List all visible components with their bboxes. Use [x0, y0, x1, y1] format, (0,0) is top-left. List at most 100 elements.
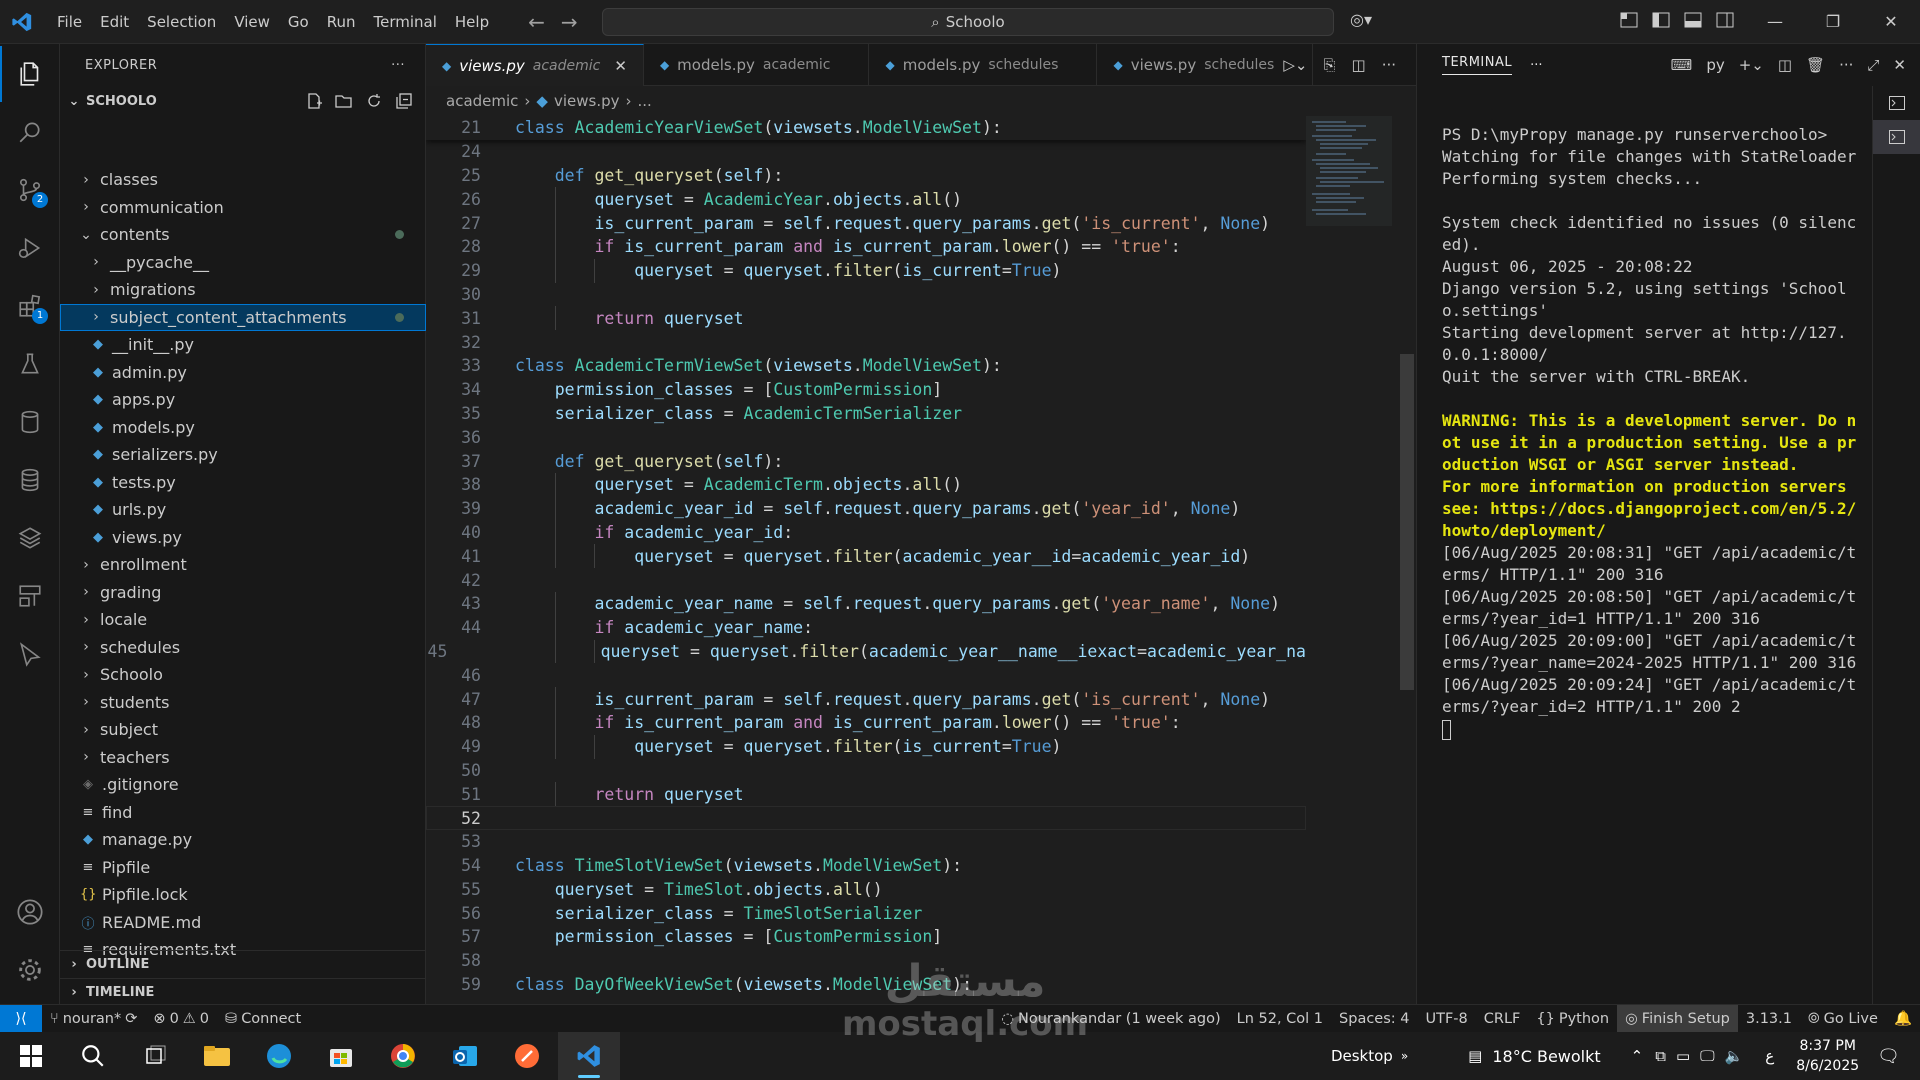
tree-file[interactable]: ◆ apps.py: [60, 386, 426, 414]
source-control-icon[interactable]: 2: [0, 162, 60, 218]
menu-go[interactable]: Go: [279, 0, 318, 44]
code-line[interactable]: 58: [426, 949, 1306, 973]
toggle-primary-sidebar-icon[interactable]: [1652, 12, 1670, 28]
code-line[interactable]: 52: [426, 806, 1306, 830]
code-line[interactable]: 36: [426, 425, 1306, 449]
panel-more-icon[interactable]: ···: [1530, 58, 1542, 73]
editor-more-icon[interactable]: ···: [1382, 56, 1396, 74]
code-line[interactable]: 25 def get_queryset(self):: [426, 164, 1306, 188]
battery-icon[interactable]: ▭: [1676, 1047, 1690, 1065]
microsoft-store-icon[interactable]: [310, 1032, 372, 1080]
tree-file[interactable]: ◆ manage.py: [60, 826, 426, 854]
menu-edit[interactable]: Edit: [91, 0, 138, 44]
menu-view[interactable]: View: [225, 0, 279, 44]
terminal-instance-active-icon[interactable]: [1873, 120, 1920, 154]
close-window-icon[interactable]: ✕: [1862, 0, 1920, 44]
terminal-output[interactable]: PS D:\myPropy manage.py runserverchoolo>…: [1442, 124, 1862, 740]
tree-file[interactable]: ◆ models.py: [60, 414, 426, 442]
kill-terminal-icon[interactable]: 🗑: [1806, 56, 1825, 74]
terminal-instance-icon[interactable]: [1873, 86, 1920, 120]
code-line[interactable]: 37 def get_queryset(self):: [426, 449, 1306, 473]
tree-file[interactable]: {} Pipfile.lock: [60, 881, 426, 909]
weather-label[interactable]: 18°C Bewolkt: [1492, 1047, 1600, 1066]
terminal-tab[interactable]: TERMINAL: [1442, 55, 1513, 75]
code-line[interactable]: 54 class TimeSlotViewSet(viewsets.ModelVi…: [426, 854, 1306, 878]
workspace-header[interactable]: ⌄ SCHOOLO: [60, 86, 425, 116]
code-line[interactable]: 39 academic_year_id = self.request.query…: [426, 496, 1306, 521]
terminal-shell-label[interactable]: py: [1706, 56, 1724, 74]
editor-scrollbar[interactable]: [1400, 354, 1414, 690]
branch-status[interactable]: ⑂ nouran* ⟳: [42, 1011, 145, 1027]
terminal-more-icon[interactable]: ···: [1839, 56, 1853, 74]
copilot-icon[interactable]: ◎▾: [1350, 10, 1372, 29]
python-version[interactable]: 3.13.1: [1738, 1011, 1800, 1027]
tree-file[interactable]: ◆ tests.py: [60, 469, 426, 497]
sql-database-icon[interactable]: [0, 452, 60, 508]
tree-folder[interactable]: › locale: [60, 606, 426, 634]
menu-run[interactable]: Run: [318, 0, 365, 44]
tree-folder[interactable]: › migrations: [60, 276, 426, 304]
close-panel-icon[interactable]: ✕: [1893, 56, 1906, 74]
code-line[interactable]: 49 queryset = queryset.filter(is_current…: [426, 734, 1306, 759]
volume-icon[interactable]: 🔈: [1725, 1047, 1744, 1065]
indentation-status[interactable]: Spaces: 4: [1331, 1011, 1417, 1027]
toggle-panel-icon[interactable]: [1684, 12, 1702, 28]
back-arrow-icon[interactable]: ←: [528, 10, 545, 34]
show-hidden-icons-icon[interactable]: ⌃: [1631, 1047, 1644, 1065]
tree-folder[interactable]: ⌄ contents: [60, 221, 426, 249]
code-line[interactable]: 26 queryset = AcademicYear.objects.all(): [426, 187, 1306, 212]
timeline-section[interactable]: › TIMELINE: [60, 978, 426, 1006]
code-line[interactable]: 33 class AcademicTermViewSet(viewsets.Mod…: [426, 354, 1306, 378]
terminal-shell-icon[interactable]: ⌨: [1671, 56, 1693, 74]
code-line[interactable]: 41 queryset = queryset.filter(academic_y…: [426, 544, 1306, 569]
new-terminal-icon[interactable]: +⌄: [1739, 56, 1764, 74]
toolbar-expand-icon[interactable]: »: [1401, 1049, 1408, 1063]
network-icon[interactable]: 🖵: [1700, 1047, 1714, 1065]
taskbar-search-icon[interactable]: [62, 1032, 124, 1080]
problems-status[interactable]: ⊗ 0 ⚠ 0: [145, 1011, 217, 1027]
run-python-icon[interactable]: ▷⌄: [1283, 56, 1307, 74]
menu-file[interactable]: File: [48, 0, 91, 44]
code-line[interactable]: 43 academic_year_name = self.request.que…: [426, 591, 1306, 616]
tree-file[interactable]: ◆ urls.py: [60, 496, 426, 524]
vscode-taskbar-icon[interactable]: [558, 1032, 620, 1080]
tree-folder[interactable]: › enrollment: [60, 551, 426, 579]
git-blame-status[interactable]: ◌ Nourankandar (1 week ago): [993, 1011, 1228, 1027]
code-line[interactable]: 46: [426, 663, 1306, 687]
tree-file[interactable]: ◆ serializers.py: [60, 441, 426, 469]
explorer-icon[interactable]: [0, 46, 60, 102]
code-editor[interactable]: 21 class AcademicYearViewSet(viewsets.Mod…: [426, 116, 1306, 1004]
breadcrumb-folder[interactable]: academic: [446, 92, 518, 110]
account-icon[interactable]: [0, 884, 60, 940]
finish-setup-button[interactable]: ◎ Finish Setup: [1617, 1004, 1738, 1033]
customize-layout-icon[interactable]: [1620, 12, 1638, 28]
tree-folder[interactable]: › __pycache__: [60, 249, 426, 277]
testing-flask-icon[interactable]: [0, 336, 60, 392]
search-sidebar-icon[interactable]: [0, 104, 60, 160]
code-line[interactable]: 38 queryset = AcademicTerm.objects.all(): [426, 472, 1306, 497]
edge-browser-icon[interactable]: [248, 1032, 310, 1080]
tree-folder[interactable]: › subject: [60, 716, 426, 744]
menu-terminal[interactable]: Terminal: [365, 0, 446, 44]
tree-file[interactable]: ⓘ README.md: [60, 909, 426, 937]
forward-arrow-icon[interactable]: →: [561, 10, 578, 34]
restore-icon[interactable]: ❐: [1804, 0, 1862, 44]
windows-start-icon[interactable]: [0, 1032, 62, 1080]
tree-folder[interactable]: › grading: [60, 579, 426, 607]
code-line[interactable]: 50: [426, 759, 1306, 783]
code-line[interactable]: 40 if academic_year_id:: [426, 520, 1306, 545]
tree-folder[interactable]: › communication: [60, 194, 426, 222]
command-center-search[interactable]: ⌕ Schoolo: [602, 8, 1334, 36]
tree-folder[interactable]: › teachers: [60, 744, 426, 772]
breadcrumb-symbol[interactable]: ...: [638, 92, 652, 110]
code-line[interactable]: 59 class DayOfWeekViewSet(viewsets.ModelV…: [426, 973, 1306, 997]
sync-icon[interactable]: ⟳: [125, 1011, 137, 1027]
run-debug-icon[interactable]: [0, 220, 60, 276]
remote-explorer-icon[interactable]: [0, 568, 60, 624]
maximize-panel-icon[interactable]: ⤢: [1867, 56, 1879, 74]
notifications-bell-icon[interactable]: 🔔: [1886, 1010, 1920, 1027]
eol-status[interactable]: CRLF: [1476, 1011, 1529, 1027]
extensions-icon[interactable]: 1: [0, 278, 60, 334]
code-line[interactable]: 28 if is_current_param and is_current_pa…: [426, 234, 1306, 259]
close-tab-icon[interactable]: ✕: [614, 57, 627, 75]
